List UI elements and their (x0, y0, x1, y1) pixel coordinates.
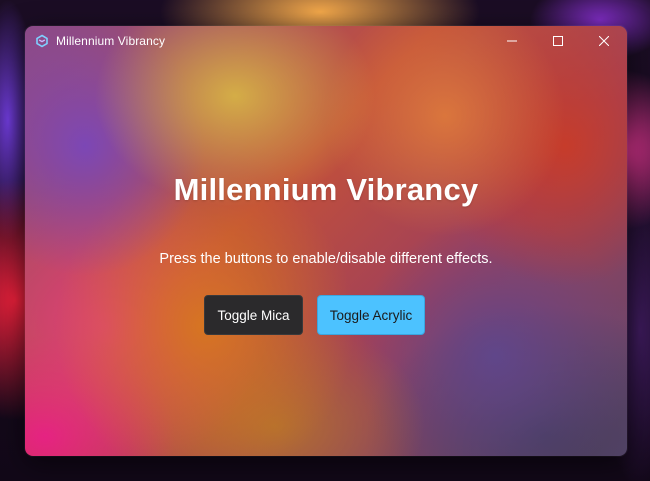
toggle-acrylic-button[interactable]: Toggle Acrylic (317, 295, 425, 335)
app-window: Millennium Vibrancy Millennium Vibrancy (25, 26, 627, 456)
toggle-mica-button[interactable]: Toggle Mica (204, 295, 303, 335)
page-subtitle: Press the buttons to enable/disable diff… (159, 251, 493, 267)
main-content: Millennium Vibrancy Press the buttons to… (25, 26, 627, 456)
effect-buttons: Toggle Mica Toggle Acrylic (25, 295, 627, 335)
page-title: Millennium Vibrancy (173, 172, 479, 207)
